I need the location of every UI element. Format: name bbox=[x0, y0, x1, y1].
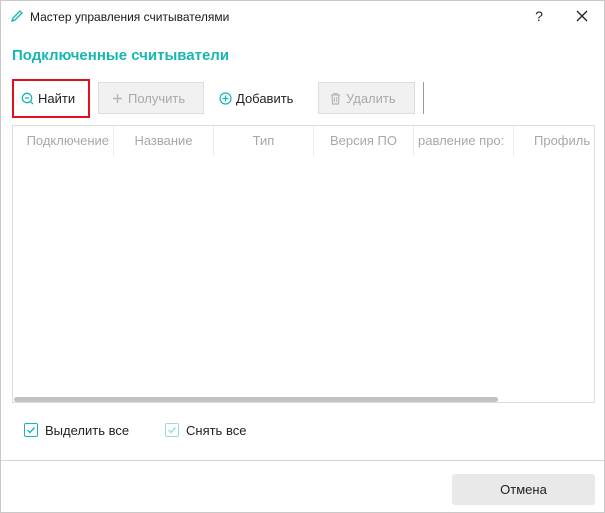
get-label: Получить bbox=[128, 90, 186, 106]
plus-circle-icon bbox=[219, 91, 232, 105]
checkmark-icon bbox=[165, 423, 179, 437]
reader-manager-window: Мастер управления считывателями ? Подклю… bbox=[0, 0, 605, 513]
column-header-profile[interactable]: Профиль bbox=[514, 126, 594, 156]
add-button[interactable]: Добавить bbox=[217, 82, 307, 114]
footer-divider bbox=[1, 460, 604, 461]
column-header-type[interactable]: Тип bbox=[214, 126, 314, 156]
find-button[interactable]: Найти bbox=[12, 79, 90, 118]
select-all-checkbox[interactable]: Выделить все bbox=[24, 419, 129, 441]
readers-table[interactable]: Подключение Название Тип Версия ПО равле… bbox=[12, 125, 595, 403]
cancel-label: Отмена bbox=[500, 482, 547, 497]
cancel-button[interactable]: Отмена bbox=[452, 474, 595, 505]
deselect-all-checkbox[interactable]: Снять все bbox=[165, 419, 246, 441]
add-label: Добавить bbox=[236, 90, 294, 106]
horizontal-scrollbar[interactable] bbox=[14, 397, 498, 402]
section-title: Подключенные считыватели bbox=[12, 47, 230, 64]
help-button[interactable]: ? bbox=[529, 6, 549, 26]
trash-icon bbox=[329, 92, 342, 105]
delete-label: Удалить bbox=[346, 90, 396, 106]
table-header: Подключение Название Тип Версия ПО равле… bbox=[13, 126, 594, 156]
select-all-label: Выделить все bbox=[45, 422, 130, 438]
column-header-name[interactable]: Название bbox=[114, 126, 214, 156]
get-button[interactable]: Получить bbox=[98, 82, 204, 114]
window-title: Мастер управления считывателями bbox=[30, 10, 230, 24]
column-header-firmware[interactable]: Версия ПО bbox=[314, 126, 414, 156]
column-header-management[interactable]: равление про: bbox=[414, 126, 514, 156]
deselect-all-label: Снять все bbox=[186, 422, 247, 438]
search-icon bbox=[21, 92, 34, 105]
plus-icon bbox=[111, 92, 124, 105]
column-header-connection[interactable]: Подключение bbox=[13, 126, 114, 156]
find-label: Найти bbox=[38, 91, 76, 106]
pencil-icon bbox=[10, 9, 24, 23]
checkmark-icon bbox=[24, 423, 38, 437]
title-bar: Мастер управления считывателями ? bbox=[1, 1, 604, 33]
close-icon[interactable] bbox=[572, 6, 592, 26]
toolbar-divider bbox=[423, 82, 424, 114]
delete-button[interactable]: Удалить bbox=[318, 82, 415, 114]
